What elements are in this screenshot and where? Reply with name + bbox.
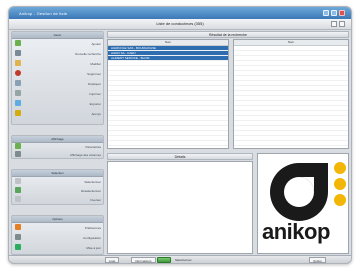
search-icon xyxy=(15,50,21,56)
sidebar-item-edit[interactable]: Modifier xyxy=(12,60,105,67)
add-icon xyxy=(15,40,21,46)
app-window: Anikop - Gestion de liste Liste de condu… xyxy=(8,6,352,264)
tab-info[interactable]: Informations xyxy=(131,257,156,263)
section-manage: Gérer Ajouter Nouvelle recherche Modifie… xyxy=(11,31,104,125)
tab-list[interactable]: Liste xyxy=(105,257,120,263)
wrench-icon xyxy=(15,224,21,230)
sidebar-item-duplicate[interactable]: Dupliquer xyxy=(12,80,105,87)
sidebar-item-select[interactable]: Sélectionner xyxy=(12,178,105,185)
left-results-list[interactable]: Nom AGRICOLE SAS - BOURGOGNE AGRO SA - C… xyxy=(107,39,229,149)
anikop-logo: anikop xyxy=(257,153,349,254)
sidebar-item-search[interactable]: Nouvelle recherche xyxy=(12,50,105,57)
title-bar: Anikop - Gestion de liste xyxy=(9,7,351,19)
section-title: Sélection xyxy=(12,170,103,177)
window-title: Anikop - Gestion de liste xyxy=(19,11,68,16)
sidebar-item-invert[interactable]: Inverser xyxy=(12,196,105,203)
right-results-list[interactable]: Nom xyxy=(233,39,349,149)
gear-icon xyxy=(15,143,21,149)
sidebar-item-update[interactable]: Mise à jour xyxy=(12,244,105,251)
logo-text: anikop xyxy=(262,219,330,244)
details-header: Détails xyxy=(107,153,253,160)
close-panel-icon[interactable] xyxy=(339,21,345,27)
main-content: Résultat de la recherche Nom AGRICOLE SA… xyxy=(107,31,349,263)
sidebar-item-preview[interactable]: Aperçu xyxy=(12,110,105,117)
printer-icon xyxy=(15,90,21,96)
edit-icon xyxy=(15,60,21,66)
logo-ring-icon xyxy=(270,163,328,221)
export-icon xyxy=(15,100,21,106)
minimize-button[interactable] xyxy=(323,10,329,16)
config-icon xyxy=(15,234,21,240)
quit-button[interactable]: Quitter xyxy=(309,257,327,263)
sidebar-item-delete[interactable]: Supprimer xyxy=(12,70,105,77)
section-display: Affichage Paramètres Affichage des colon… xyxy=(11,135,104,159)
details-panel[interactable] xyxy=(107,161,253,254)
list-header-bar: Liste de conducteurs (355) xyxy=(9,19,351,30)
sidebar-item-columns[interactable]: Affichage des colonnes xyxy=(12,151,105,158)
duplicate-icon xyxy=(15,80,21,86)
status-left-text: Sélectionner xyxy=(175,258,192,262)
table-row[interactable] xyxy=(234,146,348,148)
sidebar-item-settings[interactable]: Paramètres xyxy=(12,143,105,150)
list-title: Liste de conducteurs (355) xyxy=(156,21,204,26)
results-header: Résultat de la recherche xyxy=(107,31,349,38)
sidebar-item-config[interactable]: Configuration xyxy=(12,234,105,241)
section-options: Options Préférences Configuration Mise à… xyxy=(11,215,104,255)
section-selection: Sélection Sélectionner Désélectionner In… xyxy=(11,169,104,205)
status-bar: Liste Informations Sélectionner Quitter xyxy=(9,255,351,263)
yellow-dot-icon xyxy=(334,178,346,190)
section-title: Options xyxy=(12,216,103,223)
preview-icon xyxy=(15,110,21,116)
delete-icon xyxy=(15,70,21,76)
select-button[interactable] xyxy=(157,257,171,263)
sidebar-item-preferences[interactable]: Préférences xyxy=(12,224,105,231)
section-title: Gérer xyxy=(12,32,103,39)
sidebar-item-add[interactable]: Ajouter xyxy=(12,40,105,47)
invert-icon xyxy=(15,196,21,202)
section-title: Affichage xyxy=(12,136,103,143)
sidebar: Gérer Ajouter Nouvelle recherche Modifie… xyxy=(11,31,104,263)
check-icon xyxy=(15,187,21,193)
maximize-button[interactable] xyxy=(331,10,337,16)
sidebar-item-deselect[interactable]: Désélectionner xyxy=(12,187,105,194)
table-row[interactable] xyxy=(108,146,228,148)
yellow-dot-icon xyxy=(334,162,346,174)
refresh-icon xyxy=(15,244,21,250)
close-button[interactable] xyxy=(339,10,345,16)
sidebar-item-export[interactable]: Exporter xyxy=(12,100,105,107)
columns-icon xyxy=(15,151,21,157)
yellow-dot-icon xyxy=(334,194,346,206)
sidebar-item-print[interactable]: Imprimer xyxy=(12,90,105,97)
checkbox-icon xyxy=(15,178,21,184)
help-icon[interactable] xyxy=(331,21,337,27)
